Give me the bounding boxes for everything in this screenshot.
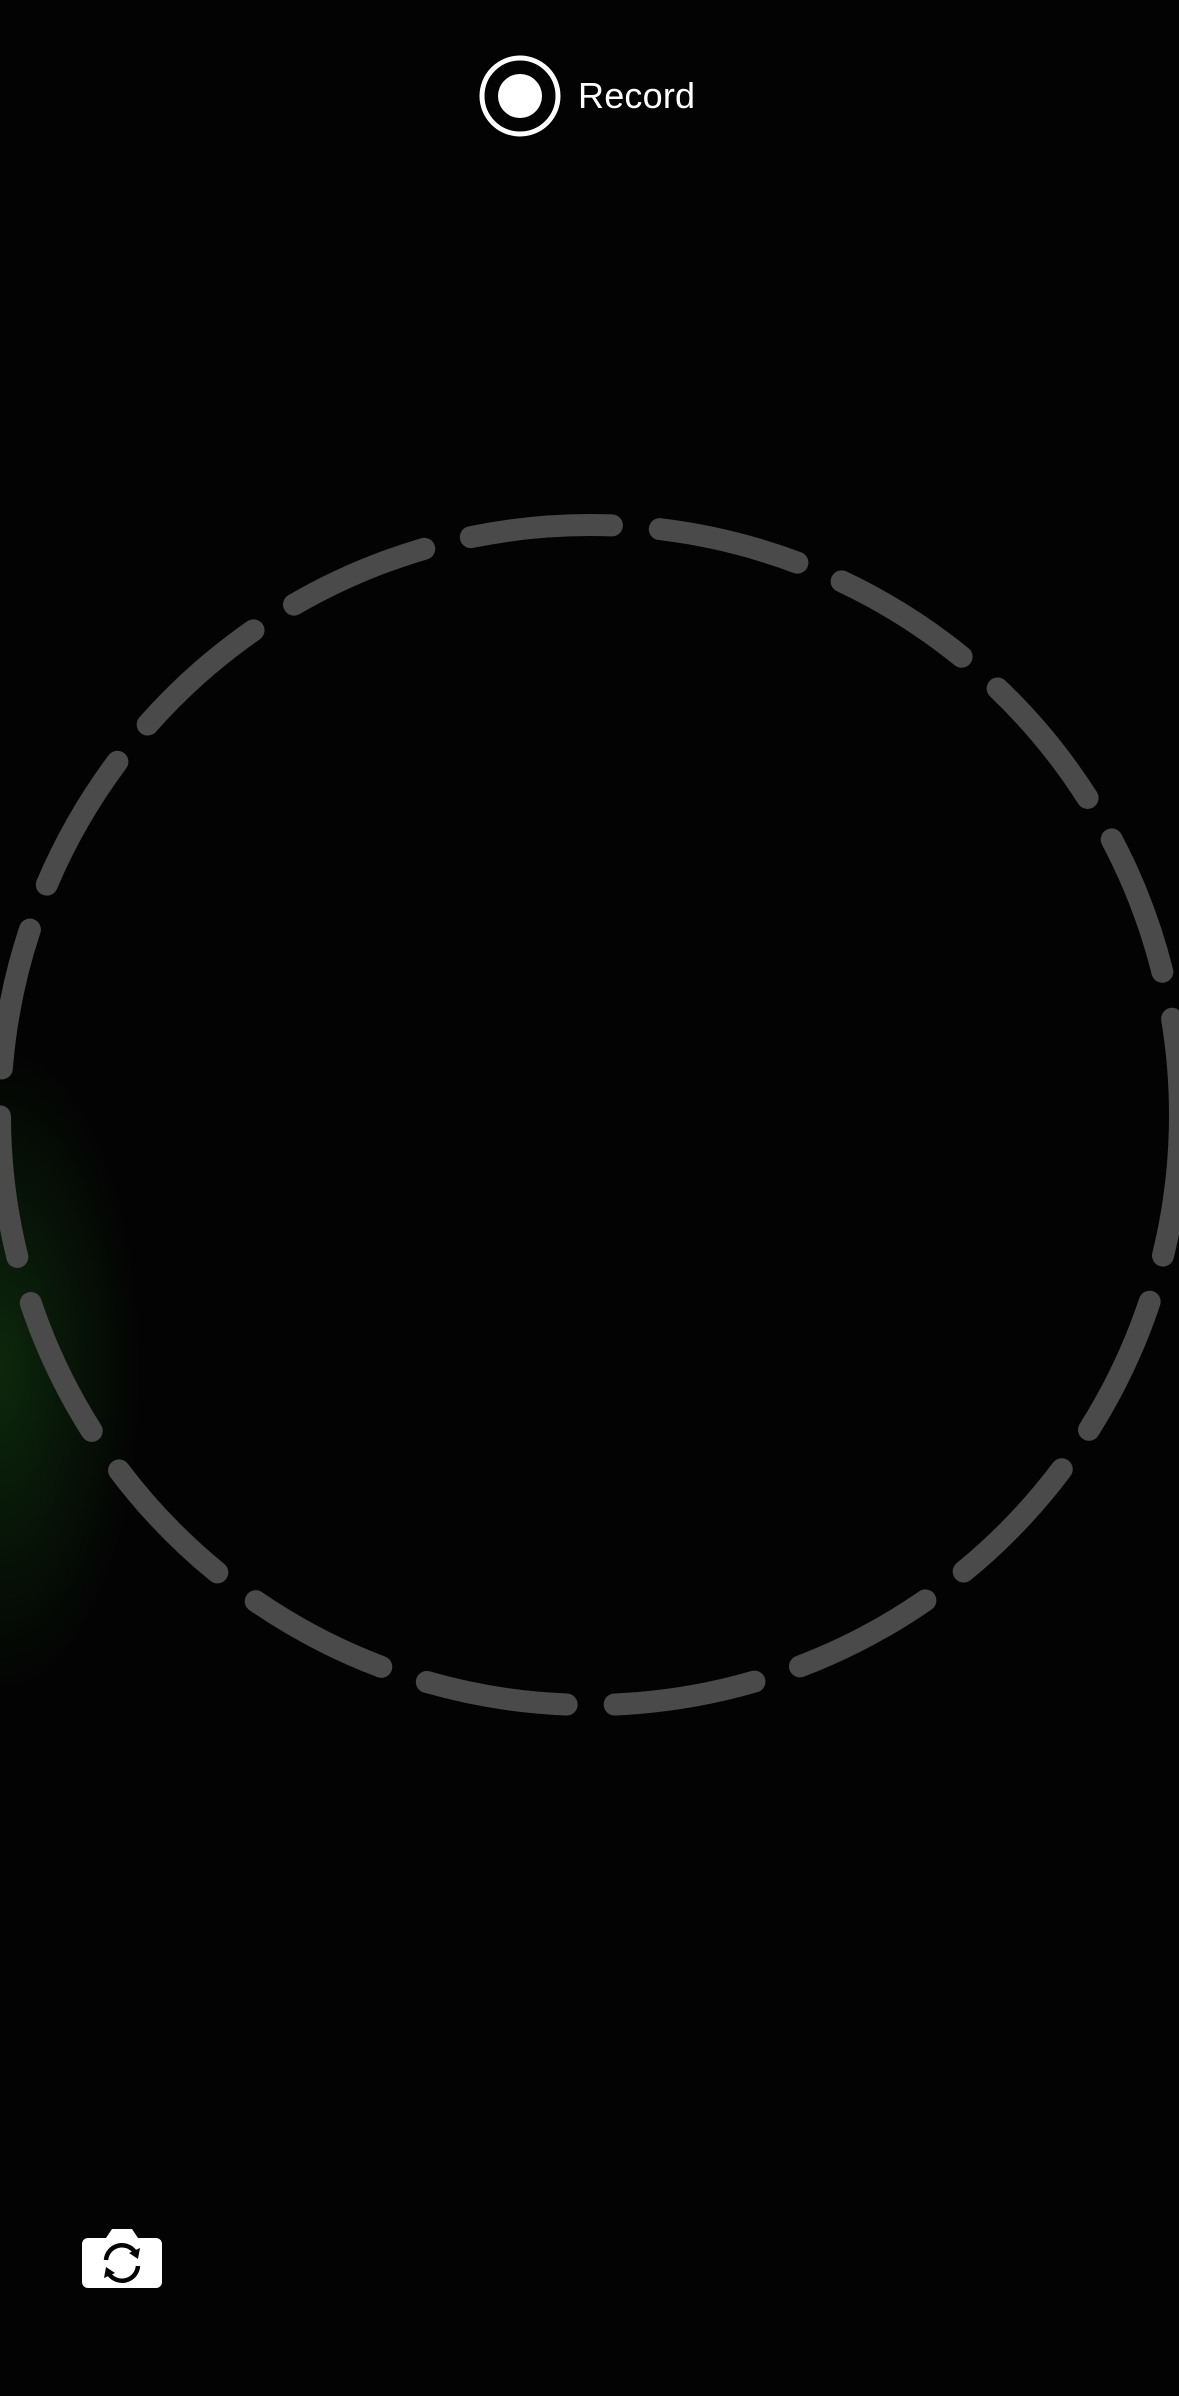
switch-camera-icon: [82, 2229, 162, 2288]
face-guide-circle: [0, 514, 1179, 1716]
record-icon: [479, 55, 561, 137]
record-label: Record: [578, 75, 696, 116]
switch-camera-button[interactable]: [82, 2226, 162, 2288]
record-toggle[interactable]: Record: [478, 52, 695, 140]
camera-screen: Record: [0, 0, 1179, 2396]
